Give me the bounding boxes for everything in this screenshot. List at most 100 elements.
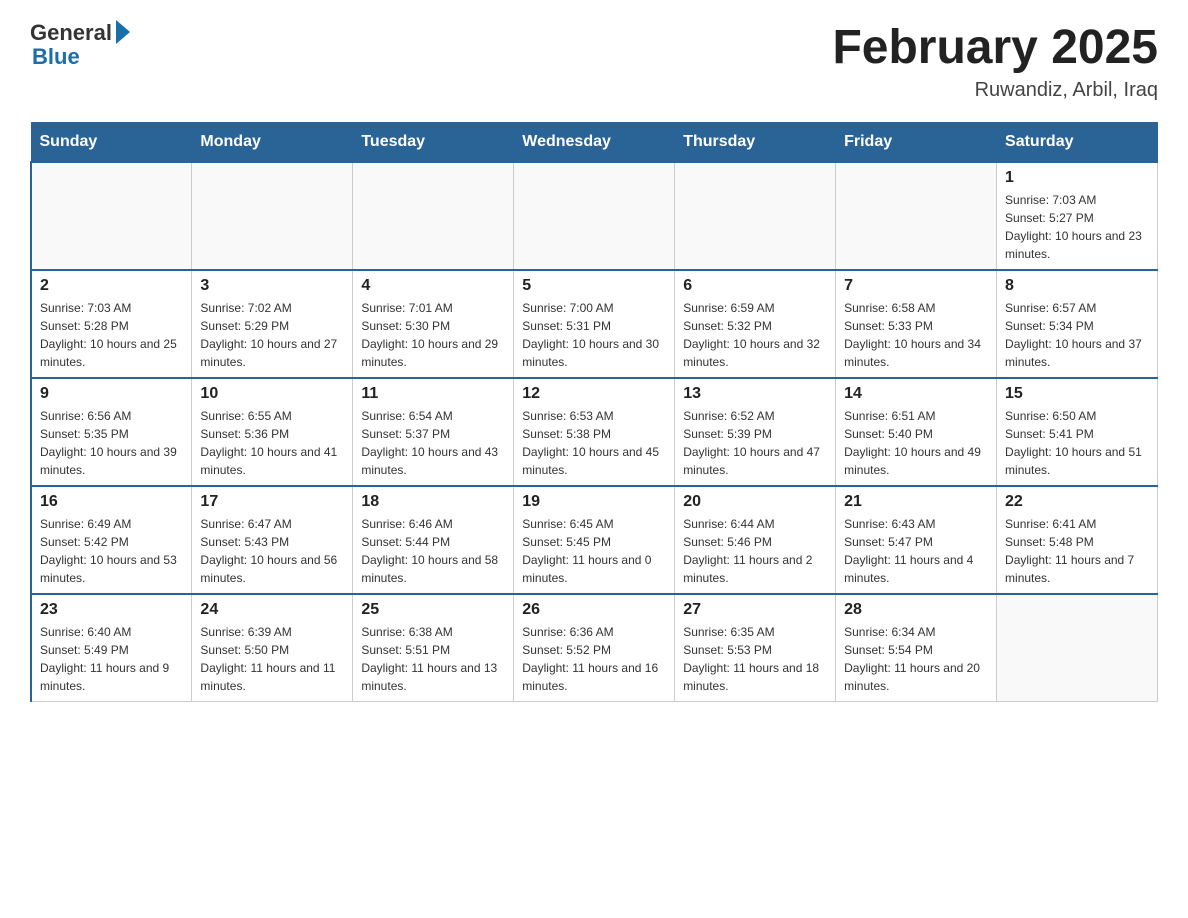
weekday-header-wednesday: Wednesday: [514, 123, 675, 163]
weekday-header-monday: Monday: [192, 123, 353, 163]
day-number: 22: [1005, 493, 1149, 511]
day-info: Sunrise: 6:45 AMSunset: 5:45 PMDaylight:…: [522, 515, 666, 587]
day-number: 7: [844, 277, 988, 295]
calendar-day-20: 20 Sunrise: 6:44 AMSunset: 5:46 PMDayligh…: [675, 486, 836, 594]
calendar-day-empty: [997, 594, 1158, 702]
day-number: 14: [844, 385, 988, 403]
day-number: 18: [361, 493, 505, 511]
day-info: Sunrise: 6:44 AMSunset: 5:46 PMDaylight:…: [683, 515, 827, 587]
day-number: 9: [40, 385, 183, 403]
calendar-day-14: 14 Sunrise: 6:51 AMSunset: 5:40 PMDayligh…: [836, 378, 997, 486]
day-info: Sunrise: 6:56 AMSunset: 5:35 PMDaylight:…: [40, 407, 183, 479]
day-info: Sunrise: 7:03 AMSunset: 5:27 PMDaylight:…: [1005, 191, 1149, 263]
calendar-day-empty: [31, 162, 192, 270]
day-number: 28: [844, 601, 988, 619]
calendar-day-5: 5 Sunrise: 7:00 AMSunset: 5:31 PMDaylight…: [514, 270, 675, 378]
calendar-day-9: 9 Sunrise: 6:56 AMSunset: 5:35 PMDaylight…: [31, 378, 192, 486]
day-number: 25: [361, 601, 505, 619]
day-info: Sunrise: 6:38 AMSunset: 5:51 PMDaylight:…: [361, 623, 505, 695]
calendar-day-13: 13 Sunrise: 6:52 AMSunset: 5:39 PMDayligh…: [675, 378, 836, 486]
calendar-day-empty: [836, 162, 997, 270]
day-info: Sunrise: 6:40 AMSunset: 5:49 PMDaylight:…: [40, 623, 183, 695]
calendar-title: February 2025: [832, 20, 1158, 75]
day-number: 13: [683, 385, 827, 403]
day-info: Sunrise: 6:54 AMSunset: 5:37 PMDaylight:…: [361, 407, 505, 479]
day-number: 5: [522, 277, 666, 295]
day-info: Sunrise: 7:01 AMSunset: 5:30 PMDaylight:…: [361, 299, 505, 371]
calendar-day-25: 25 Sunrise: 6:38 AMSunset: 5:51 PMDayligh…: [353, 594, 514, 702]
day-info: Sunrise: 6:57 AMSunset: 5:34 PMDaylight:…: [1005, 299, 1149, 371]
calendar-day-15: 15 Sunrise: 6:50 AMSunset: 5:41 PMDayligh…: [997, 378, 1158, 486]
calendar-day-8: 8 Sunrise: 6:57 AMSunset: 5:34 PMDaylight…: [997, 270, 1158, 378]
day-info: Sunrise: 6:59 AMSunset: 5:32 PMDaylight:…: [683, 299, 827, 371]
calendar-day-12: 12 Sunrise: 6:53 AMSunset: 5:38 PMDayligh…: [514, 378, 675, 486]
calendar-day-empty: [514, 162, 675, 270]
day-info: Sunrise: 6:35 AMSunset: 5:53 PMDaylight:…: [683, 623, 827, 695]
day-number: 16: [40, 493, 183, 511]
calendar-day-empty: [675, 162, 836, 270]
calendar-week-row: 16 Sunrise: 6:49 AMSunset: 5:42 PMDayligh…: [31, 486, 1158, 594]
day-info: Sunrise: 6:55 AMSunset: 5:36 PMDaylight:…: [200, 407, 344, 479]
calendar-day-16: 16 Sunrise: 6:49 AMSunset: 5:42 PMDayligh…: [31, 486, 192, 594]
calendar-day-11: 11 Sunrise: 6:54 AMSunset: 5:37 PMDayligh…: [353, 378, 514, 486]
day-info: Sunrise: 6:53 AMSunset: 5:38 PMDaylight:…: [522, 407, 666, 479]
calendar-day-empty: [353, 162, 514, 270]
day-info: Sunrise: 6:50 AMSunset: 5:41 PMDaylight:…: [1005, 407, 1149, 479]
calendar-day-28: 28 Sunrise: 6:34 AMSunset: 5:54 PMDayligh…: [836, 594, 997, 702]
day-number: 4: [361, 277, 505, 295]
calendar-table: SundayMondayTuesdayWednesdayThursdayFrid…: [30, 122, 1158, 702]
calendar-day-6: 6 Sunrise: 6:59 AMSunset: 5:32 PMDaylight…: [675, 270, 836, 378]
calendar-day-3: 3Sunrise: 7:02 AMSunset: 5:29 PMDaylight…: [192, 270, 353, 378]
day-info: Sunrise: 6:41 AMSunset: 5:48 PMDaylight:…: [1005, 515, 1149, 587]
day-number: 12: [522, 385, 666, 403]
day-info: Sunrise: 7:02 AMSunset: 5:29 PMDaylight:…: [200, 299, 344, 371]
day-number: 27: [683, 601, 827, 619]
day-info: Sunrise: 6:51 AMSunset: 5:40 PMDaylight:…: [844, 407, 988, 479]
day-number: 20: [683, 493, 827, 511]
day-number: 1: [1005, 169, 1149, 187]
calendar-day-10: 10Sunrise: 6:55 AMSunset: 5:36 PMDayligh…: [192, 378, 353, 486]
day-info: Sunrise: 6:39 AMSunset: 5:50 PMDaylight:…: [200, 623, 344, 695]
calendar-day-empty: [192, 162, 353, 270]
calendar-day-19: 19 Sunrise: 6:45 AMSunset: 5:45 PMDayligh…: [514, 486, 675, 594]
calendar-day-27: 27 Sunrise: 6:35 AMSunset: 5:53 PMDayligh…: [675, 594, 836, 702]
calendar-day-23: 23 Sunrise: 6:40 AMSunset: 5:49 PMDayligh…: [31, 594, 192, 702]
day-number: 6: [683, 277, 827, 295]
calendar-week-row: 9 Sunrise: 6:56 AMSunset: 5:35 PMDaylight…: [31, 378, 1158, 486]
calendar-day-4: 4 Sunrise: 7:01 AMSunset: 5:30 PMDaylight…: [353, 270, 514, 378]
weekday-header-sunday: Sunday: [31, 123, 192, 163]
day-info: Sunrise: 6:49 AMSunset: 5:42 PMDaylight:…: [40, 515, 183, 587]
title-block: February 2025 Ruwandiz, Arbil, Iraq: [832, 20, 1158, 102]
weekday-header-tuesday: Tuesday: [353, 123, 514, 163]
day-info: Sunrise: 6:34 AMSunset: 5:54 PMDaylight:…: [844, 623, 988, 695]
calendar-day-7: 7 Sunrise: 6:58 AMSunset: 5:33 PMDaylight…: [836, 270, 997, 378]
weekday-header-thursday: Thursday: [675, 123, 836, 163]
day-number: 26: [522, 601, 666, 619]
day-number: 15: [1005, 385, 1149, 403]
day-number: 11: [361, 385, 505, 403]
day-number: 19: [522, 493, 666, 511]
calendar-week-row: 23 Sunrise: 6:40 AMSunset: 5:49 PMDayligh…: [31, 594, 1158, 702]
weekday-header-friday: Friday: [836, 123, 997, 163]
day-number: 21: [844, 493, 988, 511]
day-info: Sunrise: 6:47 AMSunset: 5:43 PMDaylight:…: [200, 515, 344, 587]
calendar-day-24: 24 Sunrise: 6:39 AMSunset: 5:50 PMDayligh…: [192, 594, 353, 702]
calendar-day-17: 17 Sunrise: 6:47 AMSunset: 5:43 PMDayligh…: [192, 486, 353, 594]
calendar-day-2: 2Sunrise: 7:03 AMSunset: 5:28 PMDaylight…: [31, 270, 192, 378]
day-info: Sunrise: 6:52 AMSunset: 5:39 PMDaylight:…: [683, 407, 827, 479]
day-info: Sunrise: 6:58 AMSunset: 5:33 PMDaylight:…: [844, 299, 988, 371]
weekday-header-saturday: Saturday: [997, 123, 1158, 163]
calendar-week-row: 2Sunrise: 7:03 AMSunset: 5:28 PMDaylight…: [31, 270, 1158, 378]
day-number: 23: [40, 601, 183, 619]
calendar-week-row: 1 Sunrise: 7:03 AMSunset: 5:27 PMDaylight…: [31, 162, 1158, 270]
logo: General Blue: [30, 20, 130, 70]
day-number: 8: [1005, 277, 1149, 295]
day-info: Sunrise: 7:03 AMSunset: 5:28 PMDaylight:…: [40, 299, 183, 371]
calendar-day-1: 1 Sunrise: 7:03 AMSunset: 5:27 PMDaylight…: [997, 162, 1158, 270]
calendar-day-26: 26Sunrise: 6:36 AMSunset: 5:52 PMDayligh…: [514, 594, 675, 702]
calendar-subtitle: Ruwandiz, Arbil, Iraq: [832, 79, 1158, 102]
day-number: 17: [200, 493, 344, 511]
day-info: Sunrise: 7:00 AMSunset: 5:31 PMDaylight:…: [522, 299, 666, 371]
day-number: 24: [200, 601, 344, 619]
calendar-day-18: 18Sunrise: 6:46 AMSunset: 5:44 PMDayligh…: [353, 486, 514, 594]
